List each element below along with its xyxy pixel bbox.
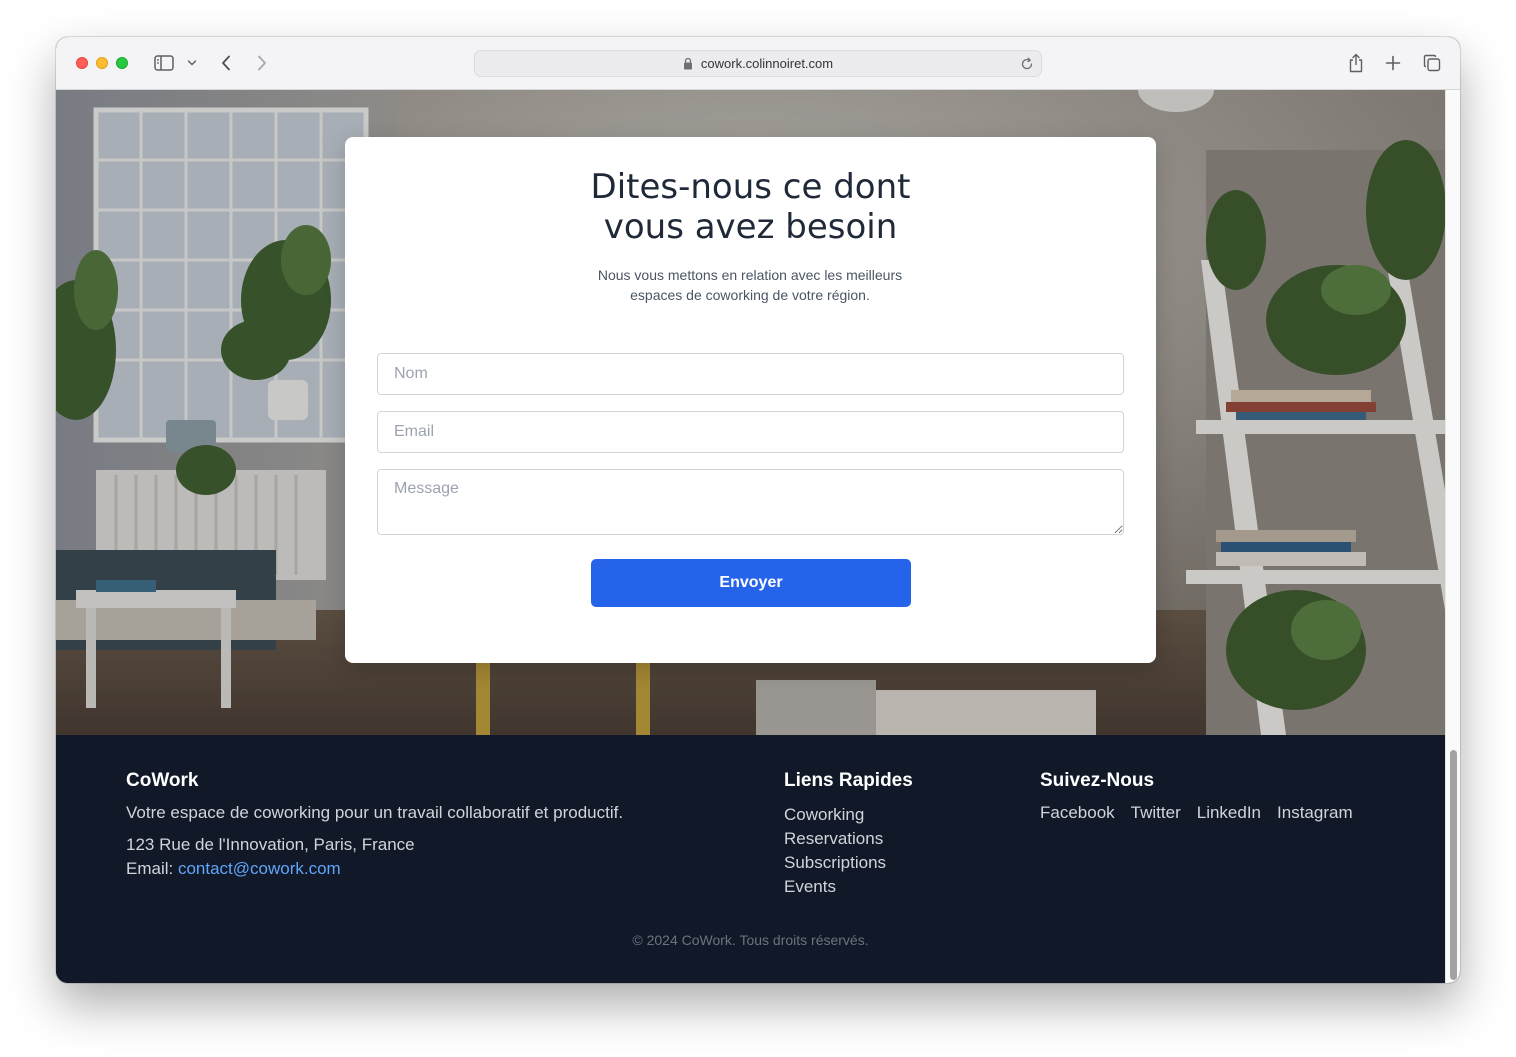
footer-address: 123 Rue de l'Innovation, Paris, France [126,835,415,854]
form-title-line-2: vous avez besoin [603,207,898,247]
forward-arrow-icon[interactable] [250,51,274,75]
footer-tagline: Votre espace de coworking pour un travai… [126,803,624,822]
minimize-window-button[interactable] [96,57,108,69]
new-tab-icon[interactable] [1381,51,1405,75]
reload-icon[interactable] [1019,56,1035,72]
footer-email-row: Email: contact@cowork.com [126,859,341,879]
social-link-facebook[interactable]: Facebook [1040,803,1115,823]
scrollbar-thumb[interactable] [1450,750,1457,980]
sidebar-toggle-icon[interactable] [152,51,176,75]
browser-window: cowork.colinnoiret.com Dites-nous ce don… [56,37,1460,983]
quick-link-coworking[interactable]: Coworking [784,805,864,824]
site-footer: CoWork Votre espace de coworking pour un… [56,735,1445,983]
form-subtitle-line-2: espaces de coworking de votre région. [630,287,870,303]
contact-form-card: Dites-nous ce dont vous avez besoin Nous… [345,137,1156,663]
social-heading: Suivez-Nous [1040,770,1155,791]
form-title-line-1: Dites-nous ce dont [590,167,911,207]
chevron-down-icon[interactable] [184,51,200,75]
quick-links-list: Coworking Reservations Subscriptions Eve… [784,803,886,899]
quick-link-subscriptions[interactable]: Subscriptions [784,853,886,872]
footer-email-link[interactable]: contact@cowork.com [178,859,341,878]
hero-section: Dites-nous ce dont vous avez besoin Nous… [56,90,1445,735]
form-title: Dites-nous ce dont vous avez besoin [345,167,1156,247]
lock-icon [683,57,695,71]
footer-email-label: Email: [126,859,174,878]
url-text: cowork.colinnoiret.com [700,56,834,71]
close-window-button[interactable] [76,57,88,69]
quick-link-events[interactable]: Events [784,877,836,896]
send-button[interactable]: Envoyer [591,559,911,607]
browser-toolbar: cowork.colinnoiret.com [56,37,1460,90]
back-arrow-icon[interactable] [214,51,238,75]
social-link-twitter[interactable]: Twitter [1131,803,1181,823]
social-link-instagram[interactable]: Instagram [1277,803,1353,823]
social-link-linkedin[interactable]: LinkedIn [1197,803,1261,823]
footer-brand: CoWork [126,770,199,791]
tab-overview-icon[interactable] [1420,51,1444,75]
zoom-window-button[interactable] [116,57,128,69]
address-bar[interactable]: cowork.colinnoiret.com [474,50,1042,77]
name-field[interactable] [377,353,1124,395]
message-field[interactable] [377,469,1124,535]
form-subtitle: Nous vous mettons en relation avec les m… [550,265,950,305]
footer-copyright: © 2024 CoWork. Tous droits réservés. [632,932,869,948]
quick-links-heading: Liens Rapides [784,770,913,791]
email-field[interactable] [377,411,1124,453]
social-links: Facebook Twitter LinkedIn Instagram [1040,803,1353,823]
share-icon[interactable] [1344,51,1368,75]
quick-link-reservations[interactable]: Reservations [784,829,883,848]
page-scrollbar[interactable] [1445,90,1460,983]
form-subtitle-line-1: Nous vous mettons en relation avec les m… [597,267,903,283]
